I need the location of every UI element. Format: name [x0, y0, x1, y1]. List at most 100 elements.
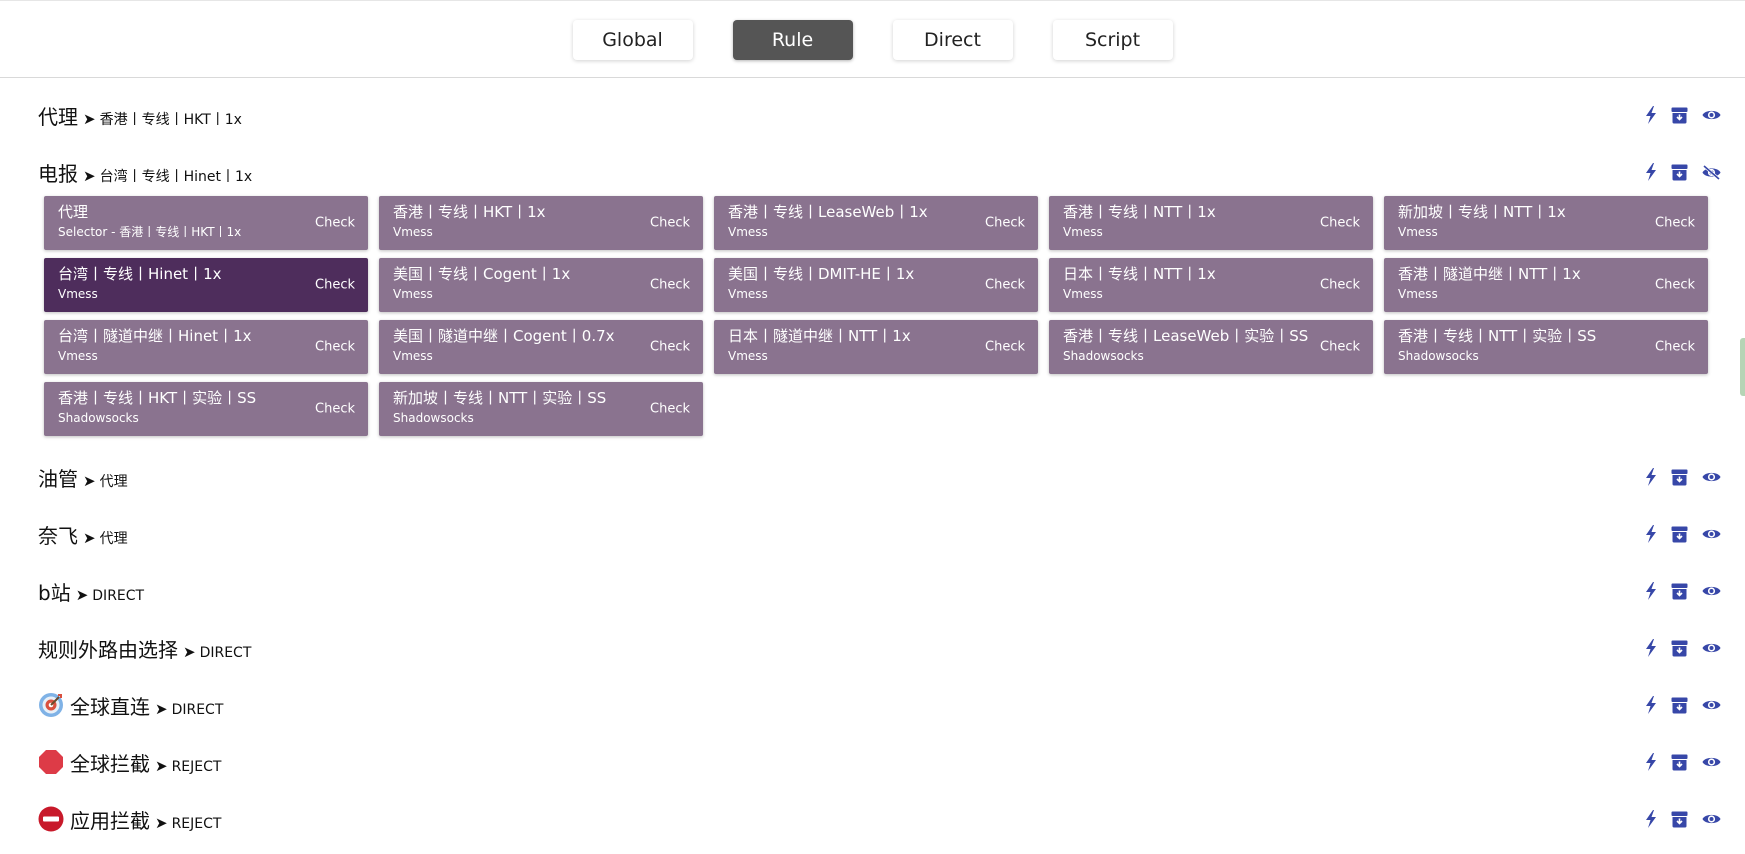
- stop-sign-emoji-icon: [39, 750, 63, 774]
- proxy-name: 香港丨专线丨HKT丨1x: [393, 203, 546, 221]
- group-current-proxy: 台湾丨专线丨Hinet丨1x: [99, 168, 253, 185]
- proxy-type: Vmess: [393, 225, 433, 239]
- proxy-card-selected[interactable]: 台湾丨专线丨Hinet丨1x Vmess Check: [44, 258, 368, 312]
- proxy-group[interactable]: 奈飞 ➤ 代理: [0, 519, 1745, 549]
- proxy-card[interactable]: 日本丨专线丨NTT丨1x Vmess Check: [1049, 258, 1373, 312]
- proxy-card[interactable]: 香港丨专线丨HKT丨1x Vmess Check: [379, 196, 703, 250]
- proxy-name: 美国丨隧道中继丨Cogent丨0.7x: [393, 327, 615, 345]
- proxy-name: 香港丨专线丨NTT丨实验丨SS: [1398, 327, 1597, 345]
- archive-icon[interactable]: [1671, 640, 1688, 657]
- proxy-group[interactable]: b站 ➤ DIRECT: [0, 576, 1745, 606]
- proxy-group[interactable]: 油管 ➤ 代理: [0, 462, 1745, 492]
- mode-global-button[interactable]: Global: [572, 20, 693, 60]
- group-name: 油管: [38, 466, 78, 491]
- lightning-icon[interactable]: [1645, 753, 1657, 771]
- proxy-card[interactable]: 美国丨专线丨Cogent丨1x Vmess Check: [379, 258, 703, 312]
- scrollbar-thumb[interactable]: [1740, 338, 1745, 396]
- proxy-card[interactable]: 代理 Selector - 香港丨专线丨HKT丨1x Check: [44, 196, 368, 250]
- proxy-name: 香港丨隧道中继丨NTT丨1x: [1398, 265, 1581, 283]
- check-button[interactable]: Check: [315, 340, 355, 355]
- eye-icon[interactable]: [1702, 527, 1721, 541]
- check-button[interactable]: Check: [1655, 340, 1695, 355]
- group-current-proxy: DIRECT: [171, 701, 224, 718]
- group-title: b站 ➤ DIRECT: [38, 577, 144, 606]
- mode-direct-button[interactable]: Direct: [892, 20, 1013, 60]
- check-button[interactable]: Check: [315, 402, 355, 417]
- proxy-card[interactable]: 新加坡丨专线丨NTT丨1x Vmess Check: [1384, 196, 1708, 250]
- arrow-icon: ➤: [83, 528, 96, 547]
- proxy-type: Vmess: [58, 349, 98, 363]
- proxy-type: Vmess: [728, 349, 768, 363]
- eye-icon[interactable]: [1702, 584, 1721, 598]
- check-button[interactable]: Check: [1655, 216, 1695, 231]
- check-button[interactable]: Check: [1320, 216, 1360, 231]
- check-button[interactable]: Check: [650, 402, 690, 417]
- lightning-icon[interactable]: [1645, 639, 1657, 657]
- proxy-card[interactable]: 香港丨专线丨LeaseWeb丨1x Vmess Check: [714, 196, 1038, 250]
- proxy-card[interactable]: 日本丨隧道中继丨NTT丨1x Vmess Check: [714, 320, 1038, 374]
- check-button[interactable]: Check: [1320, 278, 1360, 293]
- eye-off-icon[interactable]: [1702, 164, 1721, 180]
- proxy-card[interactable]: 美国丨专线丨DMIT-HE丨1x Vmess Check: [714, 258, 1038, 312]
- proxy-name: 香港丨专线丨NTT丨1x: [1063, 203, 1216, 221]
- lightning-icon[interactable]: [1645, 106, 1657, 124]
- proxy-name: 日本丨专线丨NTT丨1x: [1063, 265, 1216, 283]
- proxy-card[interactable]: 香港丨专线丨LeaseWeb丨实验丨SS Shadowsocks Check: [1049, 320, 1373, 374]
- proxy-type: Vmess: [393, 349, 433, 363]
- group-title: 奈飞 ➤ 代理: [38, 520, 128, 549]
- eye-icon[interactable]: [1702, 812, 1721, 826]
- check-button[interactable]: Check: [985, 340, 1025, 355]
- check-button[interactable]: Check: [315, 278, 355, 293]
- proxy-card[interactable]: 香港丨专线丨NTT丨1x Vmess Check: [1049, 196, 1373, 250]
- check-button[interactable]: Check: [985, 216, 1025, 231]
- group-title: 规则外路由选择 ➤ DIRECT: [38, 634, 251, 663]
- group-title: 油管 ➤ 代理: [38, 463, 128, 492]
- lightning-icon[interactable]: [1645, 696, 1657, 714]
- proxy-group[interactable]: 电报 ➤ 台湾丨专线丨Hinet丨1x: [0, 157, 1745, 187]
- check-button[interactable]: Check: [650, 278, 690, 293]
- archive-icon[interactable]: [1671, 164, 1688, 181]
- check-button[interactable]: Check: [650, 216, 690, 231]
- proxy-card[interactable]: 香港丨专线丨NTT丨实验丨SS Shadowsocks Check: [1384, 320, 1708, 374]
- mode-rule-button[interactable]: Rule: [732, 20, 853, 60]
- proxy-card[interactable]: 香港丨专线丨HKT丨实验丨SS Shadowsocks Check: [44, 382, 368, 436]
- lightning-icon[interactable]: [1645, 163, 1657, 181]
- proxy-type: Shadowsocks: [393, 411, 474, 425]
- proxy-group[interactable]: 代理 ➤ 香港丨专线丨HKT丨1x: [0, 100, 1745, 130]
- lightning-icon[interactable]: [1645, 582, 1657, 600]
- archive-icon[interactable]: [1671, 107, 1688, 124]
- mode-script-button[interactable]: Script: [1052, 20, 1173, 60]
- proxy-grid: 代理 Selector - 香港丨专线丨HKT丨1x Check 香港丨专线丨HKT…: [44, 196, 1708, 436]
- group-current-proxy: DIRECT: [92, 587, 145, 604]
- proxy-card[interactable]: 美国丨隧道中继丨Cogent丨0.7x Vmess Check: [379, 320, 703, 374]
- archive-icon[interactable]: [1671, 583, 1688, 600]
- proxy-group[interactable]: 全球拦截 ➤ REJECT: [0, 747, 1745, 777]
- archive-icon[interactable]: [1671, 754, 1688, 771]
- archive-icon[interactable]: [1671, 526, 1688, 543]
- group-name: 代理: [38, 104, 78, 129]
- check-button[interactable]: Check: [985, 278, 1025, 293]
- proxy-card[interactable]: 香港丨隧道中继丨NTT丨1x Vmess Check: [1384, 258, 1708, 312]
- lightning-icon[interactable]: [1645, 468, 1657, 486]
- eye-icon[interactable]: [1702, 755, 1721, 769]
- lightning-icon[interactable]: [1645, 525, 1657, 543]
- proxy-group[interactable]: 应用拦截 ➤ REJECT: [0, 804, 1745, 834]
- eye-icon[interactable]: [1702, 641, 1721, 655]
- archive-icon[interactable]: [1671, 697, 1688, 714]
- proxy-group[interactable]: 全球直连 ➤ DIRECT: [0, 690, 1745, 720]
- proxy-type: Vmess: [393, 287, 433, 301]
- arrow-icon: ➤: [155, 813, 168, 832]
- check-button[interactable]: Check: [650, 340, 690, 355]
- proxy-card[interactable]: 新加坡丨专线丨NTT丨实验丨SS Shadowsocks Check: [379, 382, 703, 436]
- check-button[interactable]: Check: [1655, 278, 1695, 293]
- lightning-icon[interactable]: [1645, 810, 1657, 828]
- proxy-card[interactable]: 台湾丨隧道中继丨Hinet丨1x Vmess Check: [44, 320, 368, 374]
- proxy-group[interactable]: 规则外路由选择 ➤ DIRECT: [0, 633, 1745, 663]
- archive-icon[interactable]: [1671, 469, 1688, 486]
- check-button[interactable]: Check: [315, 216, 355, 231]
- eye-icon[interactable]: [1702, 470, 1721, 484]
- eye-icon[interactable]: [1702, 698, 1721, 712]
- check-button[interactable]: Check: [1320, 340, 1360, 355]
- archive-icon[interactable]: [1671, 811, 1688, 828]
- eye-icon[interactable]: [1702, 108, 1721, 122]
